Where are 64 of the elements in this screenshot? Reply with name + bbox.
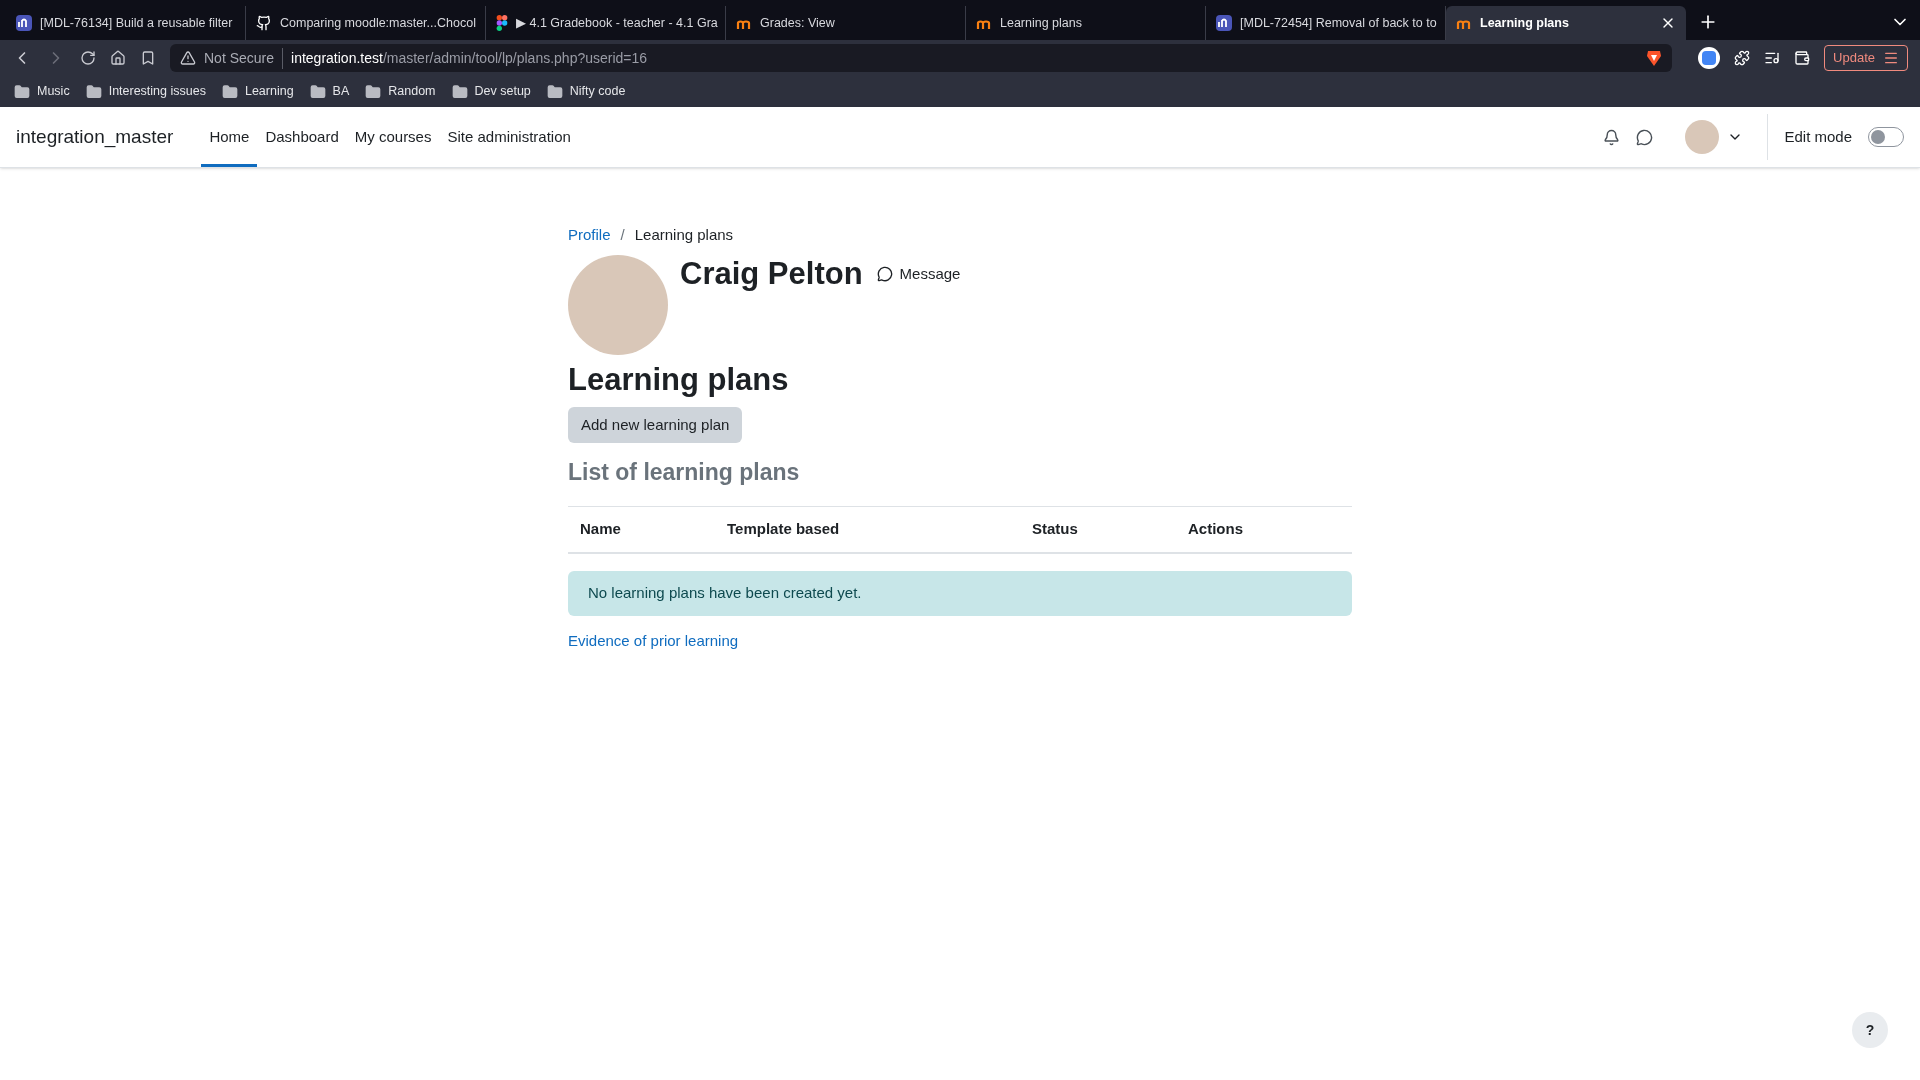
url-text: integration.test/master/admin/tool/lp/plans.php?userid=16 — [291, 48, 648, 68]
bookmark-folder[interactable]: Nifty code — [546, 82, 626, 101]
bookmark-icon[interactable] — [140, 50, 156, 66]
site-name[interactable]: integration_master — [16, 122, 174, 152]
help-button[interactable]: ? — [1852, 1012, 1888, 1048]
extensions-icon[interactable] — [1734, 50, 1751, 66]
bookmark-folder[interactable]: Learning — [221, 82, 294, 101]
evidence-link[interactable]: Evidence of prior learning — [568, 629, 739, 652]
breadcrumb-current: Learning plans — [634, 225, 734, 245]
browser-tab[interactable]: Learning plans — [1446, 6, 1686, 40]
edit-mode-toggle[interactable] — [1868, 127, 1904, 147]
folder-icon — [85, 83, 102, 100]
github-logo-icon — [256, 15, 272, 31]
folder-icon — [14, 83, 30, 100]
breadcrumb-separator: / — [620, 225, 625, 245]
bookmark-folder[interactable]: Random — [365, 82, 436, 101]
user-name: Craig Pelton — [680, 254, 863, 293]
reload-icon[interactable] — [80, 50, 96, 66]
tab-title: Comparing moodle:master...Chocol — [280, 14, 476, 32]
messages-icon[interactable] — [1636, 128, 1654, 146]
section-heading: List of learning plans — [568, 458, 801, 487]
folder-icon — [365, 83, 382, 100]
page-heading: Learning plans — [568, 360, 790, 399]
tracker-logo-icon — [16, 15, 32, 31]
nav-link[interactable]: Home — [201, 107, 258, 167]
edit-mode-label: Edit mode — [1784, 126, 1852, 147]
bookmark-folder[interactable]: BA — [309, 82, 350, 101]
folder-icon — [309, 83, 326, 100]
column-header: Template based — [727, 518, 841, 539]
column-header: Name — [580, 518, 622, 539]
lion-shield-icon[interactable] — [1646, 49, 1663, 67]
bookmark-folder[interactable]: Dev setup — [451, 82, 531, 101]
figma-logo-icon — [496, 15, 508, 31]
tab-title: Grades: View — [760, 14, 836, 32]
folder-icon — [546, 83, 563, 100]
update-button[interactable]: Update — [1824, 45, 1908, 71]
tab-title: [MDL-72454] Removal of back to to — [1240, 14, 1437, 32]
tab-title: Learning plans — [1000, 14, 1083, 32]
security-label: Not Secure — [204, 47, 284, 69]
message-link[interactable]: Message — [876, 262, 961, 285]
column-header: Status — [1032, 518, 1079, 539]
folder-icon — [221, 83, 238, 100]
tracker-logo-icon — [1216, 15, 1232, 31]
message-icon — [876, 265, 893, 282]
bookmark-folder[interactable]: Interesting issues — [85, 82, 206, 101]
breadcrumb-link[interactable]: Profile — [568, 224, 611, 247]
folder-icon — [451, 83, 468, 100]
notifications-icon[interactable] — [1603, 128, 1621, 146]
nav-link[interactable]: Dashboard — [257, 107, 347, 167]
home-icon[interactable] — [110, 50, 126, 66]
tab-title: [MDL-76134] Build a reusable filter — [40, 14, 234, 32]
nav-link[interactable]: Site administration — [439, 107, 579, 167]
tab-title: Learning plans — [1480, 14, 1570, 32]
menu-icon — [1883, 50, 1899, 66]
wallet-icon[interactable] — [1794, 50, 1811, 66]
bookmark-folder[interactable]: Music — [14, 82, 70, 101]
tab-title: ▶ 4.1 Gradebook - teacher - 4.1 Gra — [516, 14, 718, 32]
info-alert: No learning plans have been created yet. — [568, 570, 1352, 616]
column-header: Actions — [1188, 518, 1244, 539]
warning-icon — [180, 50, 196, 66]
add-plan-button[interactable]: Add new learning plan — [568, 407, 743, 443]
nav-link[interactable]: My courses — [346, 107, 440, 167]
address-field[interactable]: Not Secure integration.test/master/admin/tool/lp/plans.php?userid=16 — [170, 44, 1673, 72]
playlist-icon[interactable] — [1764, 50, 1781, 66]
